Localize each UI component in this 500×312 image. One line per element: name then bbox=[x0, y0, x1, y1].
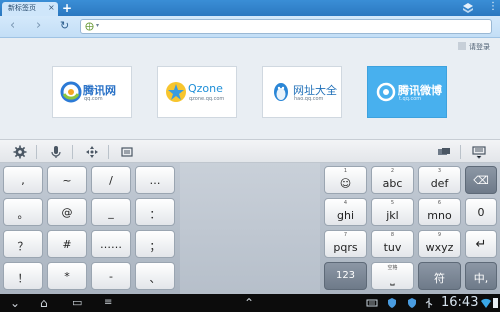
keyboard-toolbar bbox=[0, 139, 500, 163]
soft-keyboard: , ~ / … 。 @ _ ： ？ # …… ； ！ * - 、 1 ☺ 2 abc… bbox=[0, 163, 500, 294]
symbol-key[interactable]: * bbox=[47, 262, 87, 290]
login-checkbox-icon bbox=[458, 42, 466, 50]
symbol-key[interactable]: @ bbox=[47, 198, 87, 226]
speed-dial-tencent[interactable]: 腾讯网 qq.com bbox=[52, 66, 132, 118]
qzone-logo-icon bbox=[166, 82, 186, 102]
nav-home-icon[interactable]: ⌂ bbox=[40, 297, 48, 309]
numeric-mode-key[interactable]: 123 bbox=[324, 262, 367, 290]
symbol-key[interactable]: ~ bbox=[47, 166, 87, 194]
toolbar-divider bbox=[36, 145, 37, 159]
t9-key-9[interactable]: 9 wxyz bbox=[418, 230, 461, 258]
shield-icon bbox=[388, 298, 396, 308]
nav-menu-icon[interactable]: ≡ bbox=[104, 297, 112, 309]
clear-text-icon[interactable] bbox=[437, 145, 451, 159]
nav-recents-icon[interactable]: ▭ bbox=[72, 297, 82, 309]
login-label: 请登录 bbox=[469, 43, 490, 51]
microphone-icon[interactable] bbox=[49, 145, 63, 159]
toolbar-divider bbox=[72, 145, 73, 159]
symbol-key[interactable]: 。 bbox=[3, 198, 43, 226]
forward-button[interactable]: › bbox=[36, 19, 41, 33]
t9-key-3[interactable]: 3 def bbox=[418, 166, 461, 194]
usb-icon bbox=[425, 298, 433, 308]
close-tab-icon[interactable]: × bbox=[48, 3, 55, 12]
cursor-move-icon[interactable] bbox=[85, 145, 99, 159]
clock: 16:43 bbox=[441, 295, 479, 310]
overflow-menu-icon[interactable]: ⋮ bbox=[488, 1, 498, 12]
enter-key[interactable]: ↵ bbox=[465, 230, 497, 258]
tencent-logo-icon bbox=[60, 81, 82, 103]
keyboard-notification-icon bbox=[366, 299, 378, 307]
symbol-key[interactable]: …… bbox=[91, 230, 131, 258]
symbol-key[interactable]: - bbox=[91, 262, 131, 290]
symbol-key[interactable]: _ bbox=[91, 198, 131, 226]
login-link[interactable]: 请登录 bbox=[458, 42, 490, 52]
speed-dial-weibo[interactable]: 腾讯微博 t.qq.com bbox=[367, 66, 447, 118]
site-globe-icon bbox=[85, 22, 94, 31]
battery-icon bbox=[493, 298, 498, 308]
browser-tab[interactable]: 新标签页 × bbox=[2, 2, 58, 16]
symbol-key[interactable]: # bbox=[47, 230, 87, 258]
symbol-key[interactable]: ？ bbox=[3, 230, 43, 258]
chevron-down-icon[interactable]: ▾ bbox=[96, 22, 99, 29]
clipboard-icon[interactable] bbox=[120, 145, 134, 159]
tile-title: Qzone bbox=[188, 82, 223, 95]
symbol-key[interactable]: ： bbox=[135, 198, 175, 226]
t9-key-2[interactable]: 2 abc bbox=[371, 166, 414, 194]
new-tab-button[interactable]: + bbox=[62, 1, 72, 15]
tab-title: 新标签页 bbox=[8, 4, 36, 12]
hide-keyboard-icon[interactable] bbox=[472, 145, 486, 159]
t9-key-1[interactable]: 1 ☺ bbox=[324, 166, 367, 194]
chevron-up-icon[interactable]: ⌃ bbox=[244, 297, 254, 309]
sync-icon[interactable] bbox=[462, 2, 474, 14]
space-key[interactable]: 空格 ⎵ bbox=[371, 262, 414, 290]
qq-penguin-icon bbox=[274, 83, 288, 101]
symbol-key[interactable]: / bbox=[91, 166, 131, 194]
toolbar-divider bbox=[108, 145, 109, 159]
t9-key-4[interactable]: 4 ghi bbox=[324, 198, 367, 226]
symbol-key[interactable]: 、 bbox=[135, 262, 175, 290]
t9-key-6[interactable]: 6 mno bbox=[418, 198, 461, 226]
tile-subtitle: hao.qq.com bbox=[294, 96, 324, 102]
t9-key-8[interactable]: 8 tuv bbox=[371, 230, 414, 258]
back-button[interactable]: ‹ bbox=[10, 19, 15, 33]
backspace-key[interactable]: ⌫ bbox=[465, 166, 497, 194]
symbol-key[interactable]: ！ bbox=[3, 262, 43, 290]
toolbar-divider bbox=[460, 145, 461, 159]
system-nav-bar: ⌄ ⌂ ▭ ≡ ⌃ 16:43 bbox=[0, 294, 500, 312]
settings-icon[interactable] bbox=[13, 145, 27, 159]
keyboard-center-panel bbox=[180, 163, 320, 294]
tile-subtitle: qq.com bbox=[84, 96, 103, 102]
speed-dial-hao123[interactable]: 网址大全 hao.qq.com bbox=[262, 66, 342, 118]
refresh-button[interactable]: ↻ bbox=[60, 19, 69, 33]
tab-bar: 新标签页 × + ⋮ bbox=[0, 0, 500, 16]
new-tab-page: 请登录 腾讯网 qq.com Qzone qzone.qq.com 网址大全 h… bbox=[0, 38, 500, 139]
url-input[interactable]: ▾ bbox=[80, 19, 492, 34]
weibo-logo-icon bbox=[376, 82, 396, 102]
shield-icon bbox=[408, 298, 416, 308]
zero-key[interactable]: 0 bbox=[465, 198, 497, 226]
tile-subtitle: t.qq.com bbox=[399, 96, 422, 102]
t9-key-7[interactable]: 7 pqrs bbox=[324, 230, 367, 258]
t9-key-5[interactable]: 5 jkl bbox=[371, 198, 414, 226]
tile-subtitle: qzone.qq.com bbox=[189, 96, 225, 102]
wifi-icon bbox=[481, 298, 491, 308]
symbol-key[interactable]: , bbox=[3, 166, 43, 194]
symbol-mode-key[interactable]: 符 bbox=[418, 262, 461, 290]
speed-dial-qzone[interactable]: Qzone qzone.qq.com bbox=[157, 66, 237, 118]
address-toolbar: ‹ › ↻ ▾ bbox=[0, 16, 500, 38]
language-switch-key[interactable]: 中, bbox=[465, 262, 497, 290]
symbol-key[interactable]: ； bbox=[135, 230, 175, 258]
symbol-key[interactable]: … bbox=[135, 166, 175, 194]
nav-back-icon[interactable]: ⌄ bbox=[10, 297, 20, 309]
